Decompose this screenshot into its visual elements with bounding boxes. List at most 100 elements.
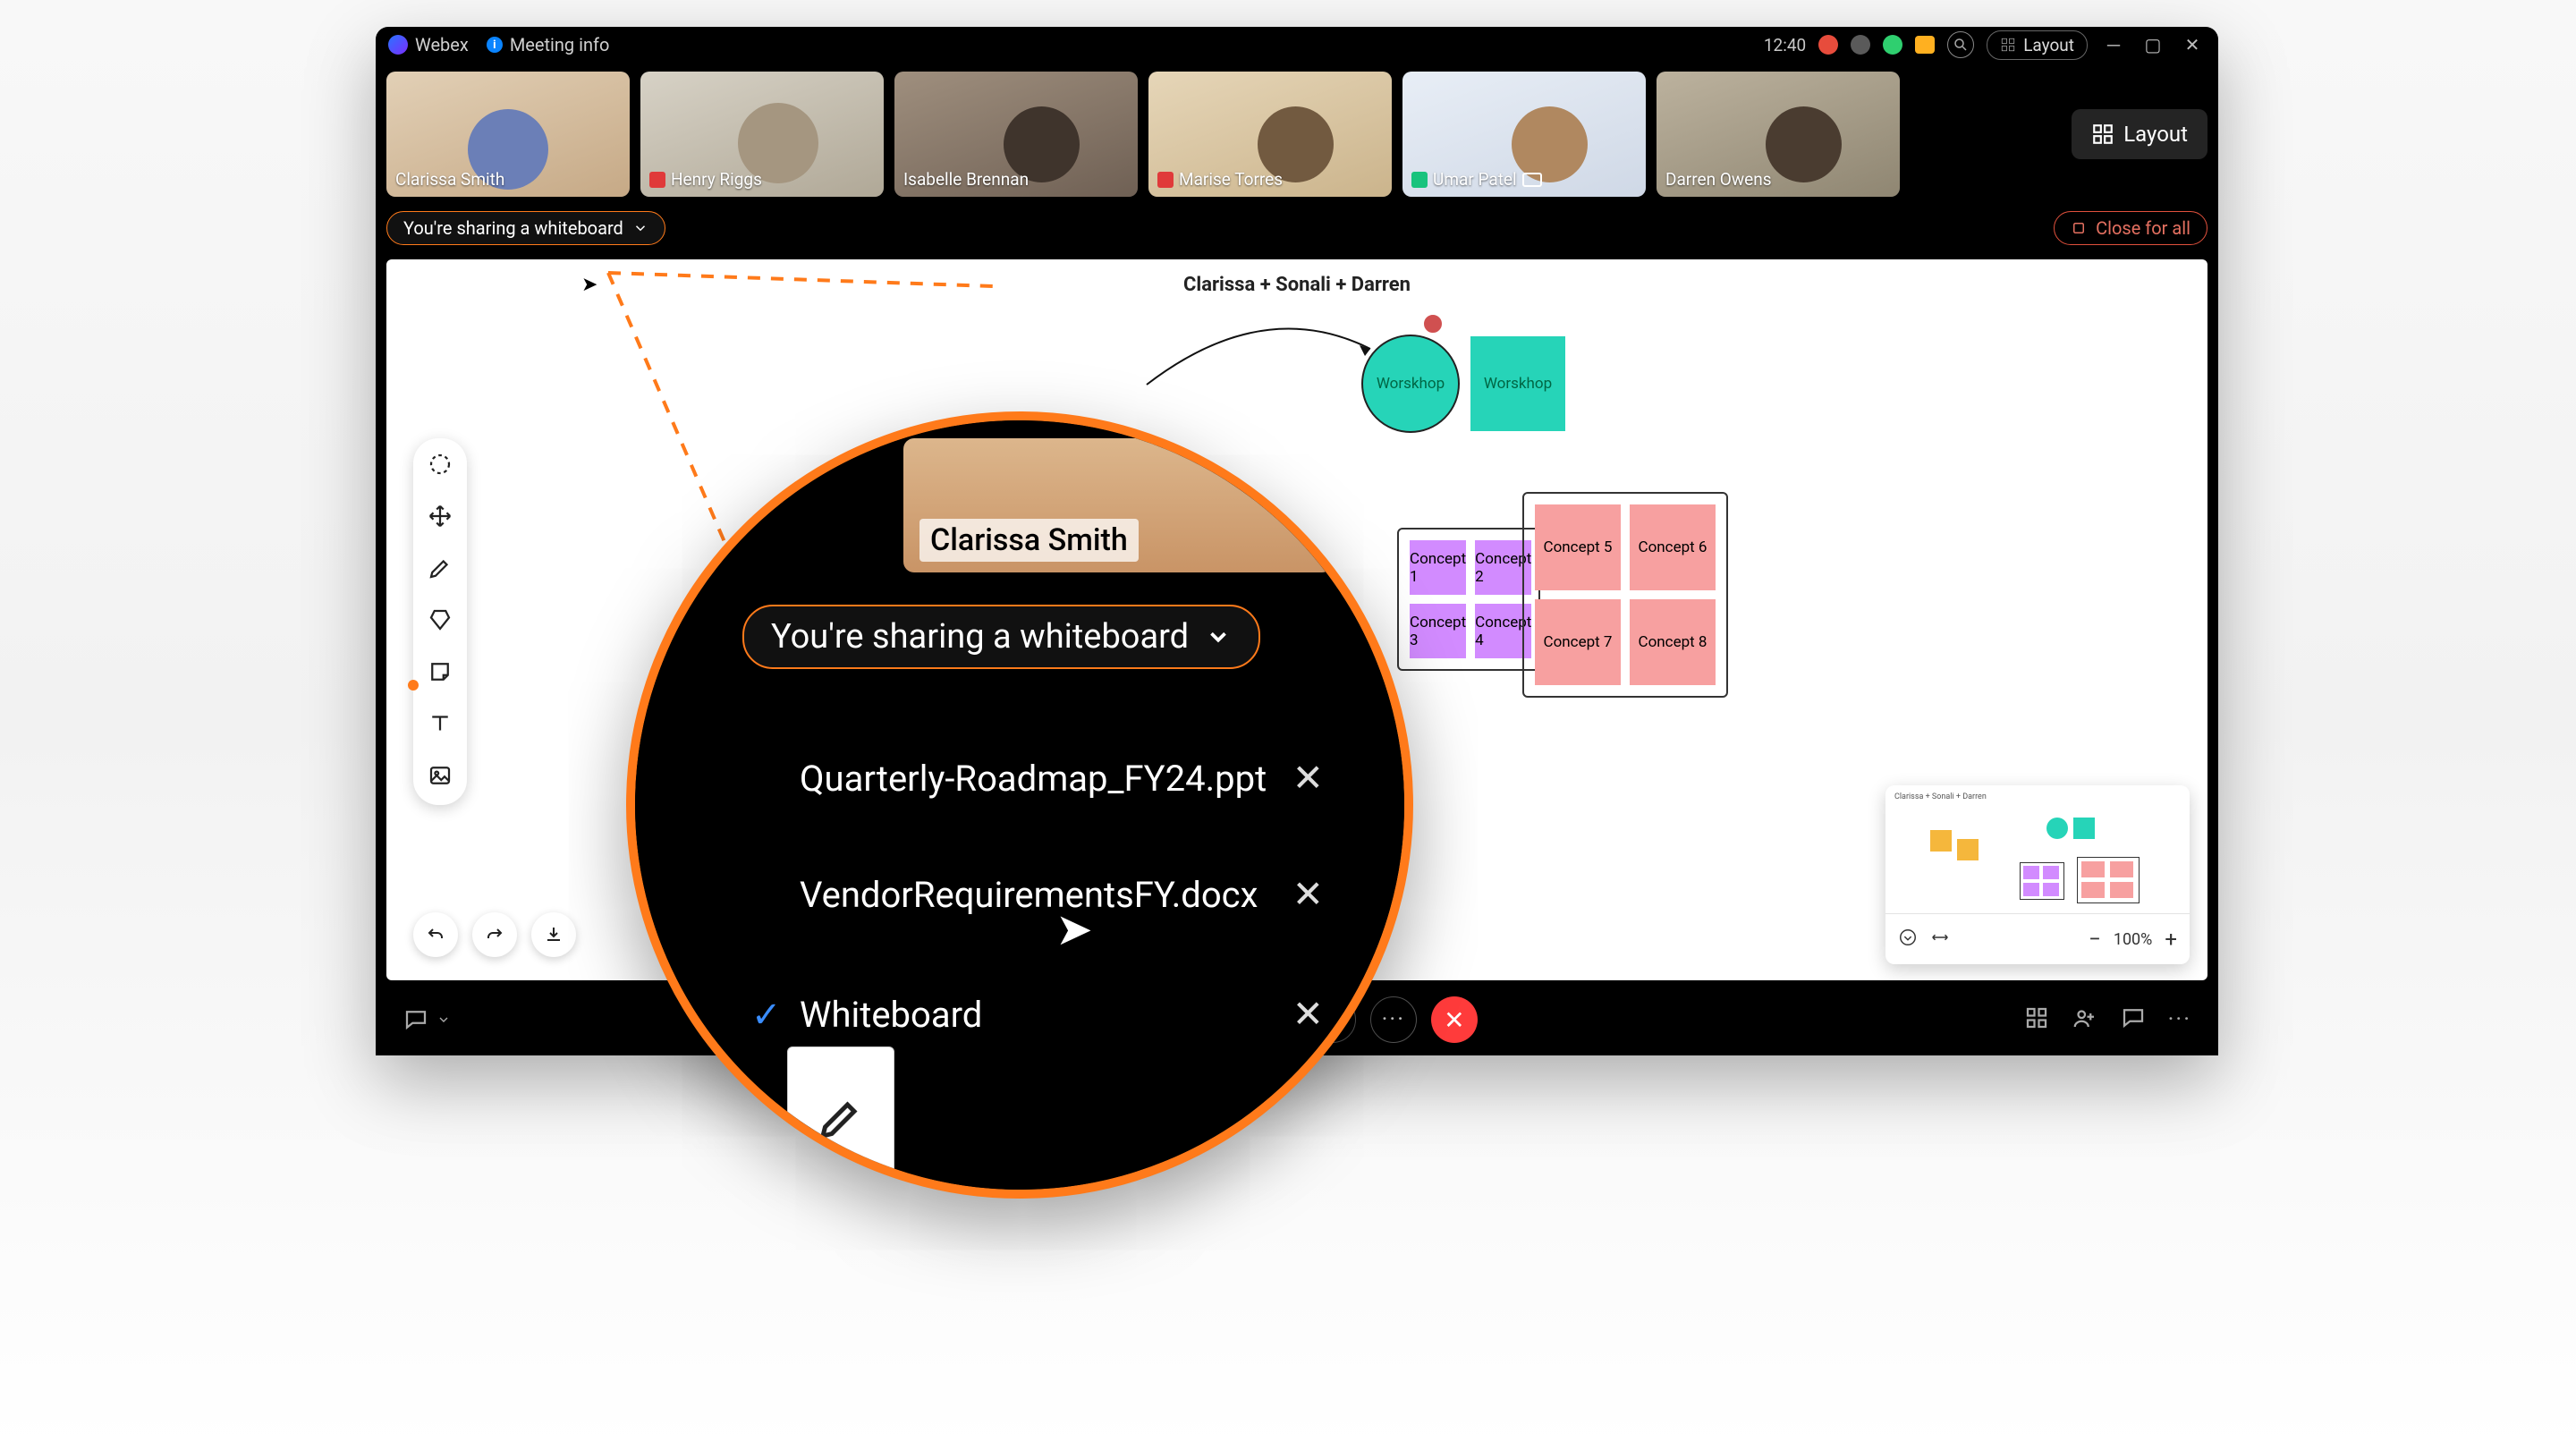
- chevron-down-icon: [436, 1013, 451, 1027]
- redo-button[interactable]: [472, 912, 517, 957]
- zoom-in-button[interactable]: +: [2165, 927, 2177, 952]
- callout-sharing-dropdown[interactable]: You're sharing a whiteboard: [742, 605, 1260, 669]
- mic-muted-icon: [649, 172, 665, 188]
- share-menu-item[interactable]: Quarterly-Roadmap_FY24.ppt ✕: [751, 742, 1324, 814]
- sticky-label: Concept 1: [1410, 550, 1466, 586]
- fit-width-icon: [1930, 928, 1950, 947]
- check-icon: ✓: [751, 994, 789, 1036]
- remove-item-button[interactable]: ✕: [1292, 872, 1324, 917]
- arrow-annotation: [1138, 304, 1388, 411]
- mic-live-icon: [1411, 172, 1428, 188]
- remove-item-button[interactable]: ✕: [1292, 756, 1324, 801]
- profile-dot-icon[interactable]: [1851, 35, 1870, 55]
- sticky-note[interactable]: Concept 7: [1535, 599, 1621, 685]
- share-menu-item[interactable]: ✓ Whiteboard ✕: [751, 979, 1324, 1050]
- sticky-note[interactable]: Concept 8: [1630, 599, 1716, 685]
- layout-button-titlebar[interactable]: Layout: [1987, 30, 2088, 60]
- chevron-down-circle-icon: [1898, 928, 1918, 947]
- participant-name: Marise Torres: [1179, 169, 1283, 190]
- slider-handle-icon[interactable]: [408, 680, 419, 691]
- shape-tool-button[interactable]: [427, 606, 453, 637]
- sticky-label: Concept 8: [1639, 633, 1707, 651]
- text-tool-button[interactable]: [427, 710, 453, 741]
- participant-tile[interactable]: Umar Patel: [1402, 72, 1646, 197]
- participant-name: Umar Patel: [1433, 169, 1517, 190]
- share-menu-item-label: Quarterly-Roadmap_FY24.ppt: [800, 758, 1267, 800]
- sticky-label: Concept 7: [1544, 633, 1613, 651]
- workshop-square-shape[interactable]: Worskhop: [1470, 336, 1565, 431]
- sticky-label: Concept 3: [1410, 614, 1466, 649]
- leave-button[interactable]: ✕: [1431, 996, 1478, 1043]
- minimap-view[interactable]: Clarissa + Sonali + Darren: [1885, 785, 2190, 914]
- participant-filmstrip: Clarissa Smith Henry Riggs Isabelle Bren…: [376, 63, 2218, 206]
- chevron-down-icon: [632, 220, 648, 236]
- shape-label: Worskhop: [1377, 375, 1445, 393]
- participant-tile[interactable]: Henry Riggs: [640, 72, 884, 197]
- participant-name: Darren Owens: [1665, 169, 1772, 190]
- workshop-circle-shape[interactable]: Worskhop: [1361, 335, 1460, 433]
- collaborator-avatar-icon: [1422, 313, 1444, 335]
- sharing-banner-text: You're sharing a whiteboard: [403, 217, 623, 239]
- participant-tile[interactable]: Darren Owens: [1657, 72, 1900, 197]
- sticky-note[interactable]: Concept 3: [1410, 604, 1466, 658]
- maximize-button[interactable]: ▢: [2140, 31, 2166, 58]
- minimize-button[interactable]: ─: [2100, 31, 2127, 58]
- webex-logo-icon: [388, 35, 408, 55]
- minimap-menu-button[interactable]: [1898, 928, 1918, 952]
- zoom-out-button[interactable]: −: [2089, 927, 2101, 952]
- fit-button[interactable]: [1930, 928, 1950, 952]
- grid-icon: [2000, 37, 2016, 53]
- cursor-icon: ➤: [1055, 903, 1093, 956]
- chat-icon[interactable]: [1915, 36, 1935, 54]
- sticky-label: Concept 6: [1639, 538, 1707, 556]
- chevron-down-icon: [1205, 623, 1232, 650]
- pen-icon: [814, 1091, 868, 1145]
- share-menu-item-label: Whiteboard: [800, 994, 982, 1036]
- recording-indicator-icon[interactable]: [1818, 35, 1838, 55]
- sticky-label: Concept 5: [1544, 538, 1613, 556]
- close-for-all-button[interactable]: Close for all: [2054, 211, 2207, 245]
- mic-muted-icon: [1157, 172, 1174, 188]
- layout-button-label: Layout: [2123, 122, 2188, 147]
- zoom-search-button[interactable]: [1947, 31, 1974, 58]
- share-menu-item[interactable]: VendorRequirementsFY.docx ✕: [751, 859, 1324, 930]
- participant-tile[interactable]: Marise Torres: [1148, 72, 1392, 197]
- info-icon[interactable]: i: [487, 37, 503, 53]
- sticky-note[interactable]: Concept 6: [1630, 504, 1716, 590]
- clock: 12:40: [1764, 35, 1806, 55]
- grid-icon: [2091, 123, 2114, 146]
- sticky-tool-button[interactable]: [427, 658, 453, 689]
- download-button[interactable]: [531, 912, 576, 957]
- participant-name: Henry Riggs: [671, 169, 762, 190]
- concept-frame-purple[interactable]: Concept 1 Concept 2 Concept 3 Concept 4: [1397, 528, 1540, 671]
- layout-button[interactable]: Layout: [2072, 109, 2207, 159]
- chat-toggle-button[interactable]: [402, 1006, 451, 1033]
- apps-button[interactable]: [2023, 1004, 2050, 1035]
- sharing-dropdown-button[interactable]: You're sharing a whiteboard: [386, 211, 665, 245]
- move-tool-button[interactable]: [427, 503, 453, 533]
- sticky-note[interactable]: Concept 5: [1535, 504, 1621, 590]
- concept-frame-pink[interactable]: Concept 5 Concept 6 Concept 7 Concept 8: [1522, 492, 1728, 698]
- callout-banner-text: You're sharing a whiteboard: [771, 617, 1189, 657]
- close-window-button[interactable]: ✕: [2179, 31, 2206, 58]
- sharing-icon: [1522, 173, 1542, 187]
- sticky-note[interactable]: Concept 1: [1410, 540, 1466, 595]
- zoom-callout: Clarissa Smith You're sharing a whiteboa…: [626, 411, 1413, 1199]
- participants-button[interactable]: [2072, 1004, 2098, 1035]
- undo-button[interactable]: [413, 912, 458, 957]
- participant-tile[interactable]: Isabelle Brennan: [894, 72, 1138, 197]
- more-panels-button[interactable]: ···: [2168, 1006, 2191, 1033]
- magnifier-icon: [1953, 37, 1969, 53]
- signal-icon[interactable]: [1883, 35, 1902, 55]
- participant-name: Clarissa Smith: [395, 169, 504, 190]
- image-tool-button[interactable]: [427, 762, 453, 792]
- remove-item-button[interactable]: ✕: [1292, 992, 1324, 1037]
- select-tool-button[interactable]: [427, 451, 453, 481]
- chat-panel-button[interactable]: [2120, 1004, 2147, 1035]
- callout-participant-name: Clarissa Smith: [919, 519, 1139, 562]
- participant-tile[interactable]: Clarissa Smith: [386, 72, 630, 197]
- pen-tool-button[interactable]: [427, 555, 453, 585]
- meeting-info-link[interactable]: Meeting info: [510, 34, 610, 55]
- participant-name: Isabelle Brennan: [903, 169, 1029, 190]
- share-menu-item-label: VendorRequirementsFY.docx: [800, 874, 1258, 916]
